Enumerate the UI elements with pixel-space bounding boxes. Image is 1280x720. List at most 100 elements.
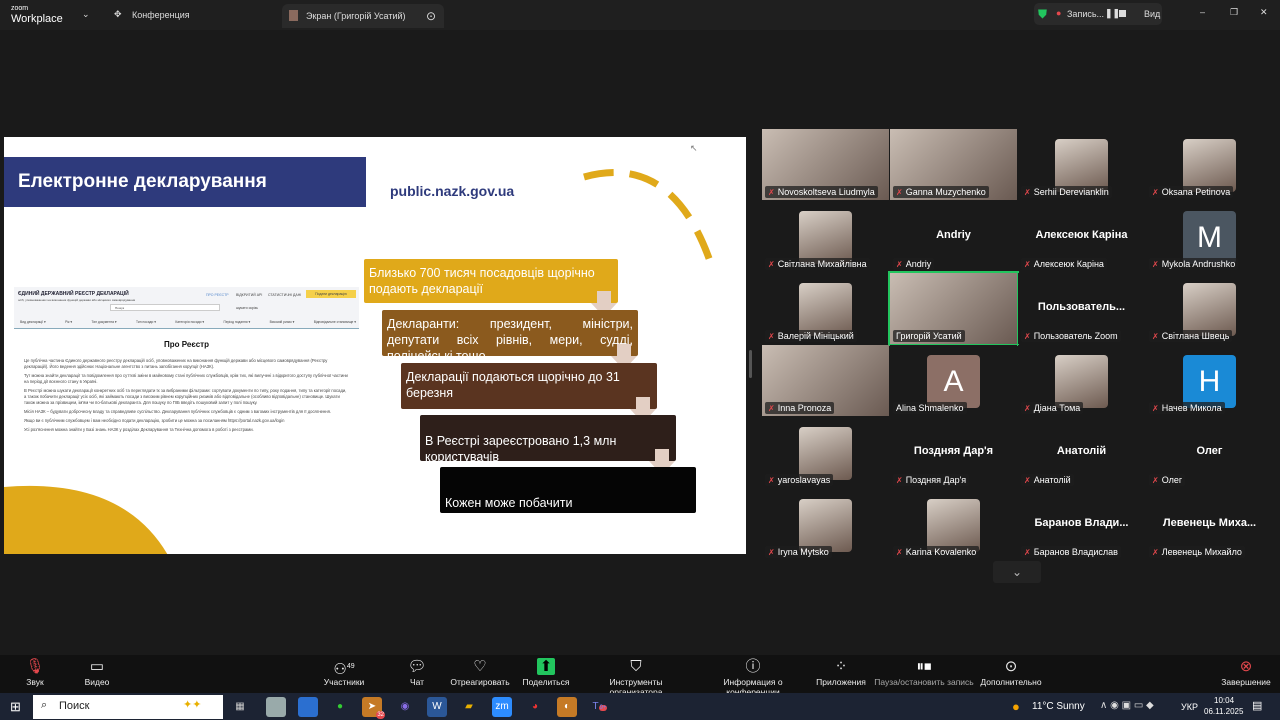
app-icon[interactable]: [266, 697, 286, 717]
participant-tile[interactable]: M ✗ Mykola Andrushko: [1146, 201, 1273, 272]
share-button[interactable]: ⬆ Поделиться: [522, 657, 570, 687]
participant-tile[interactable]: ✗ yaroslavayas: [762, 417, 889, 488]
participant-tile[interactable]: Пользователь... ✗ Пользователь Zoom: [1018, 273, 1145, 344]
mic-muted-icon: ✗: [1024, 548, 1031, 557]
participant-tile[interactable]: ✗ Iryna Mytsko: [762, 489, 889, 560]
participant-name: Ganna Muzychenko: [905, 187, 986, 197]
windows-start-icon[interactable]: ⊞: [10, 699, 21, 715]
edge-icon[interactable]: ◐: [557, 697, 577, 717]
participant-tile[interactable]: Andriy ✗ Andriy: [890, 201, 1017, 272]
apps-button[interactable]: ⁘ Приложения: [815, 657, 867, 687]
mic-muted-icon: ✗: [1152, 404, 1159, 413]
filter[interactable]: Тип документа ▾: [92, 319, 117, 325]
notification-icon[interactable]: ▤: [1252, 699, 1262, 712]
filter[interactable]: Високий ризик ▾: [270, 319, 295, 325]
chrome-icon[interactable]: ◕: [525, 697, 545, 717]
participant-tile[interactable]: ✗ Діана Тома: [1018, 345, 1145, 416]
more-button[interactable]: ⊙ Дополнительно: [980, 657, 1042, 687]
app-icon[interactable]: [298, 697, 318, 717]
step-box: Декларації подаються щорічно до 31 берез…: [401, 363, 657, 409]
participant-tile[interactable]: Григорій Усатий: [888, 271, 1019, 346]
participant-tile[interactable]: ✗ Світлана Михайлівна: [762, 201, 889, 272]
meeting-label[interactable]: Конференция: [132, 10, 190, 20]
participant-tile[interactable]: ✗ Novoskoltseva Liudmyla: [762, 129, 889, 200]
participant-tile[interactable]: H ✗ Начев Микола: [1146, 345, 1273, 416]
participant-name-label: ✗ Iryna Mytsko: [765, 546, 832, 558]
mic-muted-icon: ✗: [1024, 476, 1031, 485]
arrow-icon: [655, 449, 669, 461]
share-tab[interactable]: Экран (Григорій Усатий) ⊙: [282, 4, 444, 28]
filter[interactable]: Рік ▾: [65, 319, 72, 325]
participant-tile[interactable]: A Alina Shmalenko: [890, 345, 1017, 416]
pause-icon[interactable]: ❚❚: [1105, 8, 1120, 19]
minimize-icon[interactable]: –: [1200, 7, 1205, 17]
participant-tile[interactable]: ✗ Serhii Derevianklin: [1018, 129, 1145, 200]
filter[interactable]: Відповідальне становище ▾: [314, 319, 356, 325]
participant-tile[interactable]: ✗ Inna Pronoza: [762, 345, 889, 416]
search-everywhere-checkbox[interactable]: шукати скрізь: [236, 305, 258, 311]
audio-button[interactable]: 🎙︎ Звук: [20, 657, 50, 687]
nav-api[interactable]: ВІДКРИТИЙ API: [236, 292, 262, 298]
participant-photo: [799, 211, 852, 264]
participant-tile[interactable]: Олег ✗ Олег: [1146, 417, 1273, 488]
close-icon[interactable]: ✕: [1260, 7, 1268, 18]
participant-photo: [1055, 355, 1108, 408]
react-button[interactable]: ♡ Отреагировать: [450, 657, 510, 687]
participant-tile[interactable]: Анатолій ✗ Анатолій: [1018, 417, 1145, 488]
participant-tile[interactable]: Левенець Миха... ✗ Левенець Михайло: [1146, 489, 1273, 560]
participant-tile[interactable]: ✗ Світлана Швець: [1146, 273, 1273, 344]
participant-tile[interactable]: Баранов Влади... ✗ Баранов Владислав: [1018, 489, 1145, 560]
end-meeting-button[interactable]: ⊗ Завершение: [1220, 657, 1272, 687]
participants-button[interactable]: ⚇49 Участники: [320, 657, 368, 687]
telegram-icon[interactable]: ➤ 32: [362, 697, 385, 719]
register-search-input[interactable]: Пошук: [110, 304, 220, 311]
filter[interactable]: Вид декларації ▾: [20, 319, 46, 325]
view-button[interactable]: Вид: [1144, 9, 1160, 19]
participant-tile[interactable]: Алексеюк Каріна ✗ Алексеюк Каріна: [1018, 201, 1145, 272]
wechat-icon[interactable]: ●: [330, 697, 350, 717]
camera-icon: ▭: [89, 658, 105, 675]
participant-name: Inna Pronoza: [777, 403, 832, 413]
taskbar-search[interactable]: ⌕ Поиск ✦✦: [33, 695, 223, 719]
submit-declaration-button[interactable]: Подати декларацію: [306, 290, 356, 298]
participant-tile[interactable]: ✗ Oksana Petinova: [1146, 129, 1273, 200]
explorer-icon[interactable]: ▰: [459, 697, 479, 717]
participant-tile[interactable]: Поздняя Дар'я ✗ Поздняя Дар'я: [890, 417, 1017, 488]
filter[interactable]: Категорія посади ▾: [175, 319, 204, 325]
stop-icon[interactable]: [1119, 10, 1126, 17]
gallery-next-page-button[interactable]: ⌄: [993, 561, 1041, 583]
nav-stats[interactable]: СТАТИСТИЧНІ ДАНІ: [268, 292, 301, 298]
participant-name: Левенець Михайло: [1161, 547, 1242, 557]
participant-name-label: ✗ Novoskoltseva Liudmyla: [765, 186, 878, 198]
participant-tile[interactable]: ✗ Karina Kovalenko: [890, 489, 1017, 560]
pause-recording-button[interactable]: ⏸⏹ Пауза/остановить запись: [874, 657, 974, 687]
mic-muted-icon: ✗: [1024, 404, 1031, 413]
weather-text[interactable]: 11°C Sunny: [1032, 701, 1085, 712]
title-bar: zoom Workplace ⌄ ✥ Конференция Экран (Гри…: [0, 0, 1280, 30]
chat-button[interactable]: 💬︎ Чат: [405, 657, 429, 687]
participant-tile[interactable]: ✗ Ganna Muzychenko: [890, 129, 1017, 200]
word-icon[interactable]: W: [427, 697, 447, 717]
task-view-icon[interactable]: ▦: [230, 697, 250, 717]
nav-about[interactable]: ПРО РЕЄСТР: [206, 292, 229, 298]
chevron-down-icon[interactable]: ⌄: [82, 9, 90, 20]
meeting-info-button[interactable]: ⓘ Информация о конференции: [697, 657, 809, 697]
participant-tile[interactable]: ✗ Валерій Мініцький: [762, 273, 889, 344]
teams-icon[interactable]: T9+: [590, 697, 610, 717]
more-icon[interactable]: ⊙: [426, 9, 436, 23]
split-resize-handle[interactable]: [749, 350, 752, 378]
maximize-icon[interactable]: ❐: [1230, 7, 1238, 18]
filter[interactable]: Тип посади ▾: [136, 319, 156, 325]
video-button[interactable]: ▭ Видео: [80, 657, 114, 687]
participant-name-label: ✗ Поздняя Дар'я: [893, 474, 970, 486]
clock-time[interactable]: 10:04: [1214, 696, 1234, 705]
viber-icon[interactable]: ◉: [395, 697, 415, 717]
tray-icons[interactable]: ∧ ◉ ▣ ▭ ◆: [1100, 700, 1154, 711]
clock-date[interactable]: 06.11.2025: [1204, 707, 1243, 716]
language-indicator[interactable]: УКР: [1181, 702, 1198, 712]
host-tools-button[interactable]: ⛉ Инструменты организатора: [583, 657, 689, 697]
search-placeholder: Поиск: [59, 700, 90, 712]
zoom-icon[interactable]: zm: [492, 697, 512, 717]
participant-display-name: Andriy: [936, 229, 971, 241]
filter[interactable]: Період подання ▾: [223, 319, 250, 325]
